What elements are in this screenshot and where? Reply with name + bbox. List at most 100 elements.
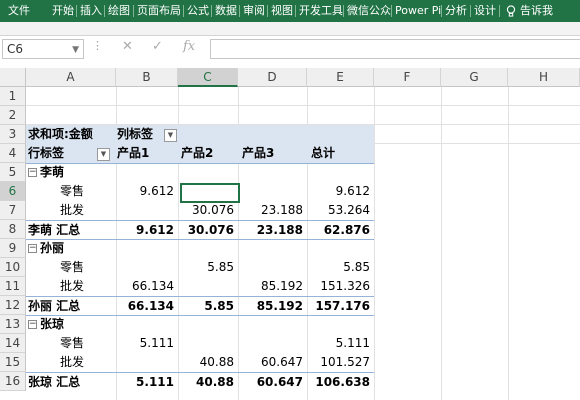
row-header-13[interactable]: 13 [0, 315, 26, 334]
total-cell[interactable]: 9.612 [116, 221, 178, 240]
chevron-down-icon[interactable]: ▼ [72, 41, 79, 59]
row-header-15[interactable]: 15 [0, 353, 26, 372]
value-cell[interactable]: 5.111 [307, 334, 374, 353]
value-cell[interactable]: 53.264 [307, 201, 374, 220]
value-cell[interactable]: 66.134 [116, 277, 178, 296]
more-icon[interactable]: ⋮ [92, 39, 103, 52]
row-label: 零售 [60, 336, 85, 350]
row-header-12[interactable]: 12 [0, 296, 26, 315]
value-cell[interactable]: 23.188 [238, 201, 307, 220]
collapse-icon[interactable]: − [28, 168, 37, 177]
enter-icon[interactable]: ✓ [152, 39, 163, 54]
tab-draw[interactable]: 绘图 [108, 0, 130, 22]
value-cell[interactable] [116, 201, 178, 220]
insert-function-icon[interactable]: fx [183, 39, 195, 54]
value-cell[interactable] [178, 334, 238, 353]
row-label: 零售 [60, 260, 85, 274]
tab-analyze[interactable]: 分析 [445, 0, 467, 22]
value-cell[interactable]: 151.326 [307, 277, 374, 296]
row-header-11[interactable]: 11 [0, 277, 26, 296]
collapse-icon[interactable]: − [28, 320, 37, 329]
tab-insert[interactable]: 插入 [80, 0, 102, 22]
column-header-b[interactable]: B [116, 68, 178, 87]
tab-home[interactable]: 开始 [52, 0, 74, 22]
cancel-icon[interactable]: ✕ [122, 39, 133, 54]
tab-file[interactable]: 文件 [8, 0, 30, 22]
row-header-9[interactable]: 9 [0, 239, 26, 258]
total-cell[interactable]: 5.85 [178, 297, 238, 316]
row-label: 批发 [60, 355, 85, 369]
col-header-product3: 产品3 [242, 146, 275, 160]
value-cell[interactable]: 5.85 [307, 258, 374, 277]
row-header-8[interactable]: 8 [0, 220, 26, 239]
tab-data[interactable]: 数据 [215, 0, 237, 22]
total-cell[interactable]: 157.176 [307, 297, 374, 316]
value-cell[interactable] [238, 182, 307, 201]
tab-design[interactable]: 设计 [474, 0, 496, 22]
value-cell[interactable]: 5.111 [116, 334, 178, 353]
ribbon-collapsed-strip [0, 22, 580, 36]
value-cell[interactable]: 30.076 [178, 201, 238, 220]
tab-view[interactable]: 视图 [271, 0, 293, 22]
total-cell[interactable]: 62.876 [307, 221, 374, 240]
total-cell[interactable]: 85.192 [238, 297, 307, 316]
total-cell[interactable]: 40.88 [178, 373, 238, 392]
tab-review[interactable]: 审阅 [243, 0, 265, 22]
col-header-total: 总计 [311, 146, 336, 160]
name-box[interactable]: C6 ▼ [2, 39, 84, 59]
value-cell[interactable]: 9.612 [116, 182, 178, 201]
column-header-d[interactable]: D [238, 68, 307, 87]
tell-me-search[interactable]: 告诉我 [520, 0, 553, 22]
value-cell[interactable] [178, 277, 238, 296]
row-header-1[interactable]: 1 [0, 87, 26, 106]
value-cell[interactable] [238, 258, 307, 277]
value-cell[interactable]: 85.192 [238, 277, 307, 296]
row-filter-dropdown-icon[interactable]: ▼ [97, 148, 110, 161]
row-header-7[interactable]: 7 [0, 201, 26, 220]
column-header-h[interactable]: H [508, 68, 580, 87]
pivot-row-label: 行标签 [28, 146, 65, 160]
value-cell[interactable]: 9.612 [307, 182, 374, 201]
tab-formulas[interactable]: 公式 [187, 0, 209, 22]
total-cell[interactable]: 66.134 [116, 297, 178, 316]
value-cell[interactable]: 5.85 [178, 258, 238, 277]
row-header-3[interactable]: 3 [0, 125, 26, 144]
col-filter-dropdown-icon[interactable]: ▼ [164, 129, 177, 142]
row-header-16[interactable]: 16 [0, 372, 26, 391]
row-label: 零售 [60, 184, 85, 198]
row-header-6[interactable]: 6 [0, 182, 26, 201]
collapse-icon[interactable]: − [28, 244, 37, 253]
formula-input[interactable] [210, 39, 580, 59]
row-label: 批发 [60, 279, 85, 293]
column-header-f[interactable]: F [374, 68, 441, 87]
column-header-a[interactable]: A [26, 68, 116, 87]
total-cell[interactable]: 5.111 [116, 373, 178, 392]
row-header-5[interactable]: 5 [0, 163, 26, 182]
value-cell[interactable]: 101.527 [307, 353, 374, 372]
total-cell[interactable]: 106.638 [307, 373, 374, 392]
column-header-g[interactable]: G [441, 68, 508, 87]
tab-power-pivot[interactable]: Power Pi [395, 0, 441, 22]
value-cell[interactable]: 60.647 [238, 353, 307, 372]
column-header-e[interactable]: E [307, 68, 374, 87]
column-header-c[interactable]: C [178, 68, 238, 87]
group-total-label: 张琼 汇总 [28, 375, 81, 389]
tab-page-layout[interactable]: 页面布局 [137, 0, 181, 22]
total-cell[interactable]: 60.647 [238, 373, 307, 392]
value-cell[interactable]: 40.88 [178, 353, 238, 372]
tab-developer[interactable]: 开发工具 [299, 0, 343, 22]
row-header-14[interactable]: 14 [0, 334, 26, 353]
value-cell[interactable] [116, 353, 178, 372]
row-header-10[interactable]: 10 [0, 258, 26, 277]
tab-wechat[interactable]: 微信公众 [347, 0, 391, 22]
row-header-2[interactable]: 2 [0, 106, 26, 125]
col-header-product1: 产品1 [117, 146, 150, 160]
row-header-4[interactable]: 4 [0, 144, 26, 163]
total-cell[interactable]: 23.188 [238, 221, 307, 240]
select-all-corner[interactable] [0, 68, 26, 87]
value-cell[interactable] [116, 258, 178, 277]
total-cell[interactable]: 30.076 [178, 221, 238, 240]
group-name: 李萌 [40, 165, 65, 179]
value-cell[interactable] [238, 334, 307, 353]
group-name: 孙丽 [40, 241, 65, 255]
